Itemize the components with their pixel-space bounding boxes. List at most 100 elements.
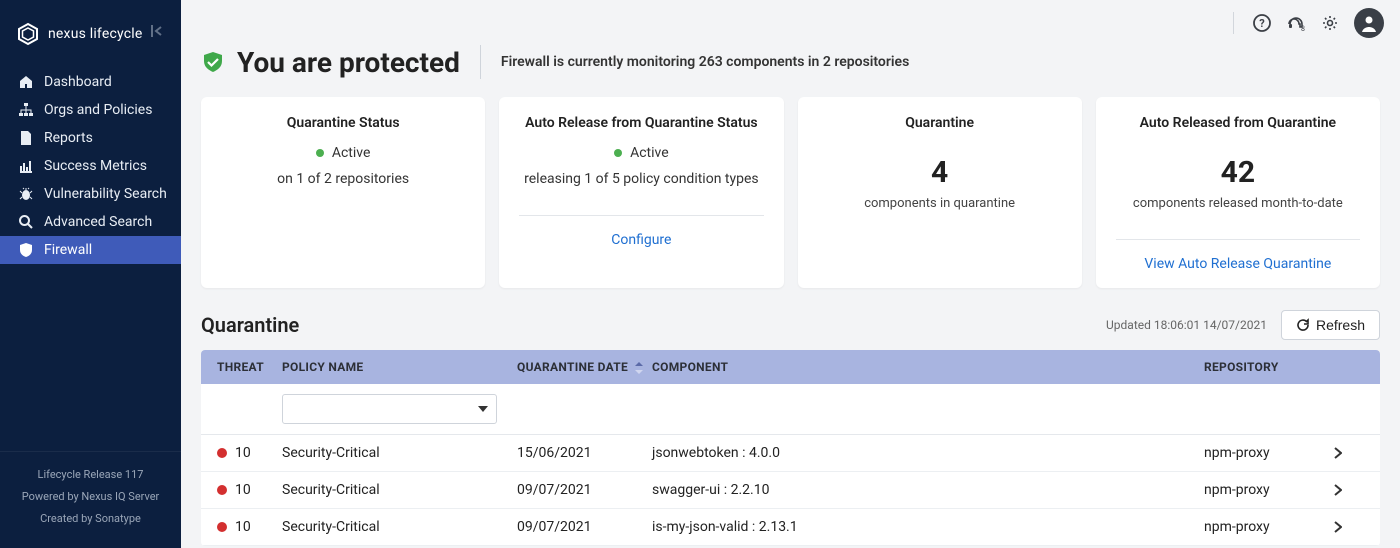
cell-policy: Security-Critical (282, 445, 517, 461)
hero-title: You are protected (237, 46, 460, 79)
row-expand[interactable] (1334, 447, 1364, 459)
brand: nexus lifecycle (0, 0, 181, 66)
file-icon (18, 130, 34, 146)
filter-row (201, 384, 1380, 435)
severity-dot-icon (217, 485, 227, 495)
footer-release: Lifecycle Release 117 (0, 464, 181, 486)
section-title: Quarantine (201, 313, 299, 337)
th-repository[interactable]: REPOSITORY (1204, 360, 1334, 374)
card-title: Quarantine Status (287, 115, 400, 131)
card-quarantine-count: Quarantine 4 components in quarantine (798, 97, 1082, 288)
table-header: THREAT POLICY NAME QUARANTINE DATE COMPO… (201, 350, 1380, 384)
sidebar-item-label: Vulnerability Search (44, 186, 167, 202)
refresh-icon (1296, 318, 1310, 332)
brand-name: nexus lifecycle (48, 26, 142, 42)
cell-date: 09/07/2021 (517, 482, 652, 498)
hero-separator (480, 45, 481, 79)
table-row[interactable]: 10Security-Critical09/07/2021swagger-ui … (201, 472, 1380, 509)
headset-icon[interactable]: 8 (1286, 13, 1306, 33)
sidebar-item-label: Firewall (44, 242, 92, 258)
status-dot-icon (316, 149, 324, 157)
sidebar-item-vulnerability-search[interactable]: Vulnerability Search (0, 180, 181, 208)
cards-row: Quarantine Status Active on 1 of 2 repos… (181, 97, 1400, 288)
sidebar-item-label: Orgs and Policies (44, 102, 152, 118)
cell-date: 15/06/2021 (517, 445, 652, 461)
home-icon (18, 74, 34, 90)
sidebar-item-label: Reports (44, 130, 93, 146)
sidebar-item-label: Dashboard (44, 74, 112, 90)
status-indicator: Active (614, 145, 669, 161)
card-quarantine-status: Quarantine Status Active on 1 of 2 repos… (201, 97, 485, 288)
topbar-divider (1233, 12, 1234, 34)
cell-component: is-my-json-valid : 2.13.1 (652, 519, 1204, 535)
card-title: Quarantine (905, 115, 974, 131)
user-avatar[interactable] (1354, 8, 1384, 38)
caret-down-icon (478, 406, 488, 412)
cell-component: jsonwebtoken : 4.0.0 (652, 445, 1204, 461)
card-divider (519, 215, 763, 216)
cell-threat: 10 (217, 519, 282, 535)
row-expand[interactable] (1334, 521, 1364, 533)
severity-dot-icon (217, 448, 227, 458)
sort-icon (635, 362, 643, 374)
metric-value: 4 (931, 155, 948, 190)
sidebar-item-firewall[interactable]: Firewall (0, 236, 181, 264)
sidebar-footer: Lifecycle Release 117 Powered by Nexus I… (0, 451, 181, 548)
cell-date: 09/07/2021 (517, 519, 652, 535)
metric-caption: components released month-to-date (1133, 196, 1343, 211)
cell-repository: npm-proxy (1204, 482, 1334, 498)
th-date[interactable]: QUARANTINE DATE (517, 360, 652, 374)
card-detail: releasing 1 of 5 policy condition types (524, 171, 759, 187)
user-icon (1359, 13, 1379, 33)
card-auto-released: Auto Released from Quarantine 42 compone… (1096, 97, 1380, 288)
sidebar-item-success-metrics[interactable]: Success Metrics (0, 152, 181, 180)
help-icon[interactable]: ? (1252, 13, 1272, 33)
th-policy[interactable]: POLICY NAME (282, 360, 517, 374)
configure-link[interactable]: Configure (611, 232, 671, 248)
cell-threat: 10 (217, 445, 282, 461)
hero-banner: You are protected Firewall is currently … (181, 45, 1400, 97)
table-row[interactable]: 10Security-Critical15/06/2021jsonwebtoke… (201, 435, 1380, 472)
card-auto-release-status: Auto Release from Quarantine Status Acti… (499, 97, 783, 288)
nav-list: Dashboard Orgs and Policies Reports Succ… (0, 66, 181, 264)
th-date-label: QUARANTINE DATE (517, 360, 628, 374)
refresh-button[interactable]: Refresh (1281, 310, 1380, 340)
cell-threat: 10 (217, 482, 282, 498)
card-detail: on 1 of 2 repositories (277, 171, 409, 187)
th-component[interactable]: COMPONENT (652, 360, 1204, 374)
metric-value: 42 (1221, 155, 1255, 190)
cell-policy: Security-Critical (282, 482, 517, 498)
bug-icon (18, 186, 34, 202)
cell-repository: npm-proxy (1204, 519, 1334, 535)
svg-text:8: 8 (1301, 25, 1305, 32)
policy-filter-dropdown[interactable] (282, 394, 497, 424)
status-text: Active (332, 145, 371, 161)
table-row[interactable]: 10Security-Critical09/07/2021is-my-json-… (201, 509, 1380, 546)
card-title: Auto Released from Quarantine (1140, 115, 1336, 131)
sidebar-item-orgs-policies[interactable]: Orgs and Policies (0, 96, 181, 124)
shield-icon (18, 242, 34, 258)
gear-icon[interactable] (1320, 13, 1340, 33)
sidebar: nexus lifecycle Dashboard Orgs and Polic… (0, 0, 181, 548)
search-icon (18, 214, 34, 230)
card-title: Auto Release from Quarantine Status (525, 115, 758, 131)
quarantine-table: THREAT POLICY NAME QUARANTINE DATE COMPO… (201, 350, 1380, 546)
collapse-sidebar-icon[interactable] (151, 24, 167, 38)
view-auto-release-link[interactable]: View Auto Release Quarantine (1144, 256, 1331, 272)
shield-check-icon (201, 50, 225, 74)
status-text: Active (630, 145, 669, 161)
row-expand[interactable] (1334, 484, 1364, 496)
sidebar-item-dashboard[interactable]: Dashboard (0, 68, 181, 96)
sidebar-item-reports[interactable]: Reports (0, 124, 181, 152)
chevron-right-icon (1334, 447, 1342, 459)
cell-repository: npm-proxy (1204, 445, 1334, 461)
status-dot-icon (614, 149, 622, 157)
sidebar-item-label: Advanced Search (44, 214, 152, 230)
th-threat[interactable]: THREAT (217, 360, 282, 374)
cell-policy: Security-Critical (282, 519, 517, 535)
chart-icon (18, 158, 34, 174)
refresh-label: Refresh (1316, 317, 1365, 333)
metric-caption: components in quarantine (864, 196, 1015, 211)
chevron-right-icon (1334, 521, 1342, 533)
sidebar-item-advanced-search[interactable]: Advanced Search (0, 208, 181, 236)
